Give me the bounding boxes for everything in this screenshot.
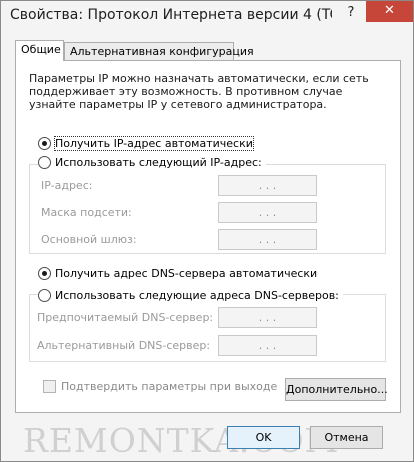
- preferred-dns-row: Предпочитаемый DNS-сервер: . . .: [30, 307, 385, 329]
- alternate-dns-row: Альтернативный DNS-сервер: . . .: [30, 335, 385, 357]
- intro-text: Параметры IP можно назначать автоматичес…: [29, 72, 369, 111]
- tab-alternate-config[interactable]: Альтернативная конфигурация: [64, 42, 254, 60]
- radio-dns-auto[interactable]: Получить адрес DNS-сервера автоматически: [38, 267, 317, 280]
- subnet-mask-row: Маска подсети: . . .: [30, 202, 385, 224]
- advanced-button[interactable]: Дополнительно...: [285, 378, 388, 401]
- cancel-button[interactable]: Отмена: [310, 426, 383, 449]
- close-button[interactable]: ✕: [366, 1, 413, 22]
- ip-address-row: IP-адрес: . . .: [30, 175, 385, 197]
- radio-dns-manual-label: Использовать следующие адреса DNS-сервер…: [55, 289, 339, 302]
- help-button[interactable]: ?: [340, 4, 362, 22]
- validate-label: Подтвердить параметры при выходе: [61, 380, 278, 393]
- radio-dns-auto-dot[interactable]: [38, 267, 51, 280]
- validate-checkbox[interactable]: [43, 380, 56, 393]
- window-title: Свойства: Протокол Интернета версии 4 (T…: [10, 7, 332, 23]
- default-gateway-row: Основной шлюз: . . .: [30, 229, 385, 251]
- subnet-mask-label: Маска подсети:: [41, 206, 132, 219]
- title-bar: Свойства: Протокол Интернета версии 4 (T…: [1, 1, 413, 31]
- radio-dns-manual-dot[interactable]: [38, 289, 51, 302]
- radio-dns-manual[interactable]: Использовать следующие адреса DNS-сервер…: [38, 289, 343, 302]
- radio-ip-auto[interactable]: Получить IP-адрес автоматически: [38, 136, 254, 151]
- radio-ip-manual[interactable]: Использовать следующий IP-адрес:: [38, 156, 266, 169]
- ip-address-field[interactable]: . . .: [218, 175, 317, 196]
- preferred-dns-label: Предпочитаемый DNS-сервер:: [37, 311, 214, 324]
- radio-ip-manual-dot[interactable]: [38, 156, 51, 169]
- validate-on-exit[interactable]: Подтвердить параметры при выходе: [43, 380, 277, 393]
- default-gateway-field[interactable]: . . .: [218, 229, 317, 250]
- alternate-dns-label: Альтернативный DNS-сервер:: [37, 339, 211, 352]
- alternate-dns-field[interactable]: . . .: [218, 335, 317, 356]
- tab-general[interactable]: Общие: [15, 40, 64, 61]
- preferred-dns-field[interactable]: . . .: [218, 307, 317, 328]
- ip-manual-group: IP-адрес: . . . Маска подсети: . . . Осн…: [29, 164, 386, 254]
- ip-address-label: IP-адрес:: [41, 179, 93, 192]
- dns-manual-group: Предпочитаемый DNS-сервер: . . . Альтерн…: [29, 294, 386, 362]
- radio-ip-auto-dot[interactable]: [38, 137, 51, 150]
- radio-dns-auto-label: Получить адрес DNS-сервера автоматически: [55, 267, 318, 280]
- ok-button[interactable]: OK: [227, 426, 300, 449]
- radio-ip-manual-label: Использовать следующий IP-адрес:: [55, 156, 262, 169]
- radio-ip-auto-label: Получить IP-адрес автоматически: [54, 136, 254, 151]
- subnet-mask-field[interactable]: . . .: [218, 202, 317, 223]
- default-gateway-label: Основной шлюз:: [41, 233, 137, 246]
- ipv4-properties-dialog: Свойства: Протокол Интернета версии 4 (T…: [0, 0, 414, 462]
- general-tab-panel: Параметры IP можно назначать автоматичес…: [15, 60, 401, 413]
